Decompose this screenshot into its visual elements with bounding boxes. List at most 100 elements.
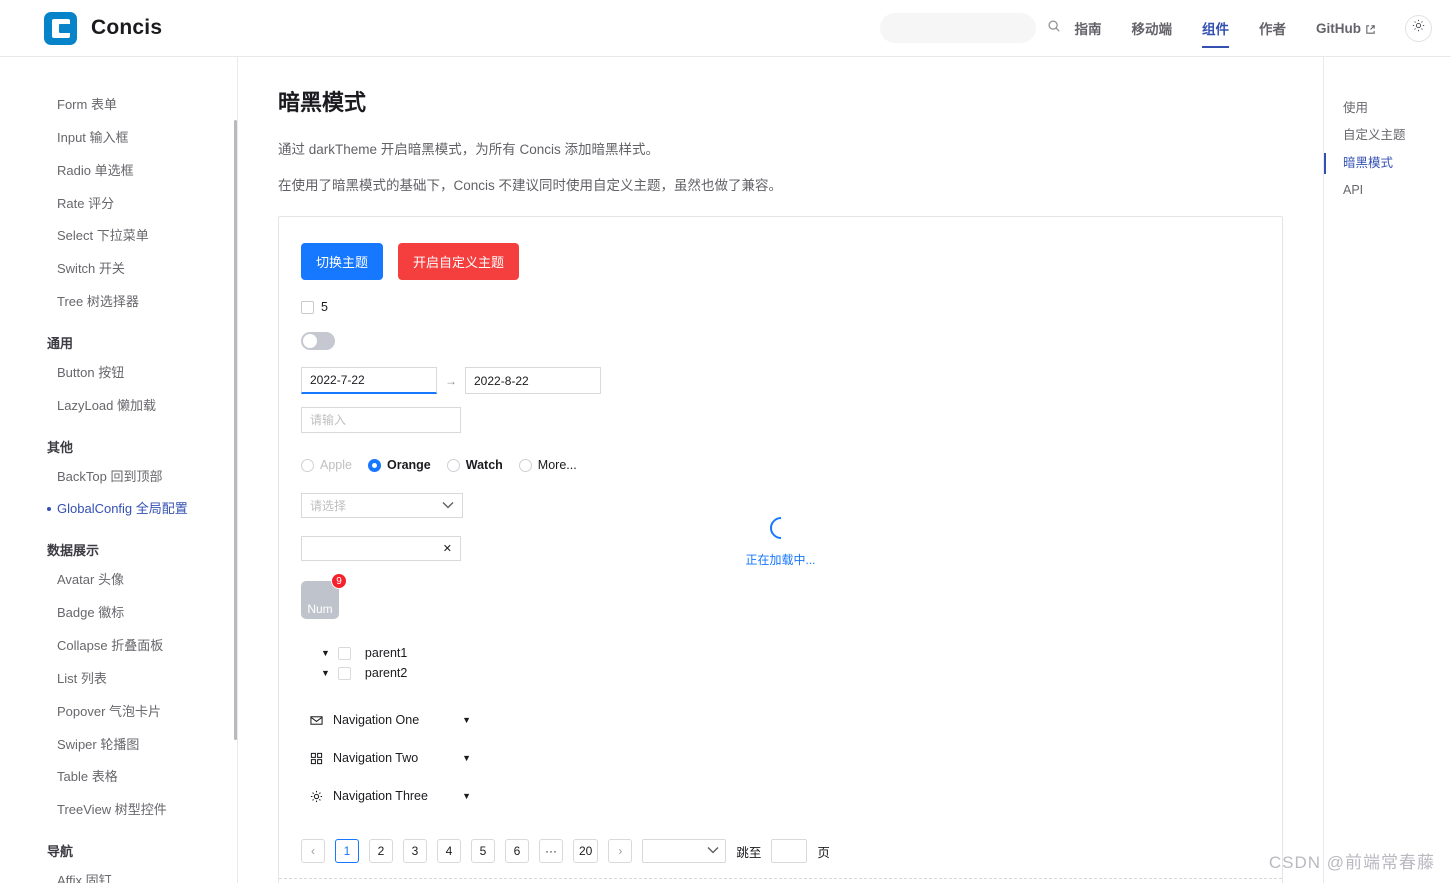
search-icon: [1047, 19, 1061, 38]
nav-link-mobile[interactable]: 移动端: [1117, 0, 1188, 56]
pagination-page-2[interactable]: 2: [369, 839, 393, 864]
sidebar-item-collapse[interactable]: Collapse 折叠面板: [0, 630, 237, 663]
nav-link-github[interactable]: GitHub: [1301, 3, 1391, 54]
sidebar-item-avatar[interactable]: Avatar 头像: [0, 564, 237, 597]
sidebar: Form 表单 Input 输入框 Radio 单选框 Rate 评分 Sele…: [0, 57, 238, 883]
sidebar-item-globalconfig[interactable]: GlobalConfig 全局配置: [0, 493, 237, 526]
badge-count: 9: [331, 573, 347, 590]
page-title: 暗黑模式: [278, 90, 367, 115]
nav-link-label: 移动端: [1131, 22, 1173, 37]
external-link-icon: [1365, 23, 1376, 34]
pagination-page-4[interactable]: 4: [437, 839, 461, 864]
radio-label: More...: [537, 458, 577, 473]
pagination-ellipsis[interactable]: ···: [539, 839, 563, 864]
tree-checkbox[interactable]: [337, 666, 351, 680]
brand[interactable]: Concis: [44, 11, 163, 45]
sidebar-item-affix[interactable]: Affix 固钉: [0, 865, 237, 883]
menu-item-navigation-one[interactable]: Navigation One ▼: [301, 701, 471, 739]
sidebar-item-switch[interactable]: Switch 开关: [0, 253, 237, 286]
search-box[interactable]: [879, 13, 1060, 43]
pagination-jump-input[interactable]: [771, 839, 808, 864]
sidebar-group-other: 其他: [47, 439, 74, 455]
search-input[interactable]: [891, 21, 1047, 35]
checkbox-box[interactable]: [301, 300, 314, 314]
toc-item-usage[interactable]: 使用: [1324, 95, 1451, 122]
menu-item-navigation-two[interactable]: Navigation Two ▼: [301, 739, 471, 777]
sidebar-item-radio[interactable]: Radio 单选框: [0, 155, 237, 188]
demo-pagination: ‹ 1 2 3 4 5 6 ··· 20 › 跳至 页: [301, 839, 1260, 864]
nav-link-guide[interactable]: 指南: [1060, 0, 1117, 56]
nav-link-label: 作者: [1259, 22, 1286, 37]
caret-down-icon[interactable]: ▼: [462, 715, 471, 725]
site-header: Concis 指南 移动端 组件 作者 GitHub: [0, 0, 1451, 57]
sidebar-item-list[interactable]: List 列表: [0, 663, 237, 696]
toc-item-custom-theme[interactable]: 自定义主题: [1324, 122, 1451, 149]
sidebar-group-data-display: 数据展示: [47, 543, 100, 559]
nav-link-label: GitHub: [1316, 20, 1361, 36]
radio-circle: [367, 458, 381, 472]
menu-item-label: Navigation Three: [333, 789, 428, 804]
sidebar-item-badge[interactable]: Badge 徽标: [0, 597, 237, 630]
pagination-page-5[interactable]: 5: [471, 839, 495, 864]
sidebar-item-tree[interactable]: Tree 树选择器: [0, 286, 237, 319]
sidebar-item-treeview[interactable]: TreeView 树型控件: [0, 794, 237, 827]
radio-apple[interactable]: Apple: [301, 458, 352, 472]
pagination-page-1[interactable]: 1: [335, 839, 359, 864]
radio-watch[interactable]: Watch: [446, 458, 503, 472]
nav-link-components[interactable]: 组件: [1187, 0, 1244, 56]
gear-icon: [309, 789, 323, 803]
demo-radio-group: Apple Orange Watch More...: [301, 458, 1260, 472]
sidebar-item-lazyload[interactable]: LazyLoad 懒加载: [0, 390, 237, 423]
demo-select[interactable]: 请选择: [301, 493, 463, 519]
tree-node[interactable]: ▼ parent1: [301, 643, 1260, 663]
caret-down-icon[interactable]: ▼: [321, 648, 330, 658]
pagination-next-button[interactable]: ›: [608, 839, 633, 864]
pagination-page-3[interactable]: 3: [403, 839, 427, 864]
caret-down-icon[interactable]: ▼: [462, 753, 471, 763]
pagination-jump-label: 跳至: [736, 845, 762, 860]
radio-orange[interactable]: Orange: [367, 458, 431, 473]
chevron-down-icon: [707, 845, 719, 857]
toc-item-api[interactable]: API: [1324, 177, 1451, 204]
concis-logo-icon: [44, 11, 77, 45]
pagination-jump-unit: 页: [817, 845, 830, 860]
sidebar-item-table[interactable]: Table 表格: [0, 761, 237, 794]
sidebar-item-form[interactable]: Form 表单: [0, 89, 237, 122]
date-start-input[interactable]: [301, 367, 437, 395]
sidebar-item-input[interactable]: Input 输入框: [0, 122, 237, 155]
demo-text-input[interactable]: [301, 407, 461, 434]
nav-link-author[interactable]: 作者: [1244, 0, 1301, 56]
pagination-page-20[interactable]: 20: [573, 839, 599, 864]
switch-theme-button[interactable]: 切换主题: [301, 243, 384, 281]
tree-node-label: parent1: [364, 646, 408, 661]
enable-custom-theme-button[interactable]: 开启自定义主题: [398, 243, 520, 281]
date-end-input[interactable]: [465, 367, 601, 395]
menu-item-navigation-three[interactable]: Navigation Three ▼: [301, 777, 471, 815]
radio-more[interactable]: More...: [518, 458, 577, 473]
radio-circle: [301, 458, 314, 472]
tree-checkbox[interactable]: [337, 646, 351, 660]
sidebar-item-backtop[interactable]: BackTop 回到顶部: [0, 461, 237, 494]
demo-switch[interactable]: [301, 332, 335, 351]
caret-down-icon[interactable]: ▼: [462, 791, 471, 801]
sidebar-item-rate[interactable]: Rate 评分: [0, 188, 237, 221]
toc-item-dark-mode[interactable]: 暗黑模式: [1324, 150, 1451, 177]
caret-down-icon[interactable]: ▼: [321, 668, 330, 678]
app-root: Concis 指南 移动端 组件 作者 GitHub Form 表单 Input…: [0, 0, 1451, 883]
sidebar-item-popover[interactable]: Popover 气泡卡片: [0, 696, 237, 729]
sidebar-item-button[interactable]: Button 按钮: [0, 357, 237, 390]
sidebar-scrollbar[interactable]: [234, 120, 237, 740]
brand-name: Concis: [91, 16, 163, 39]
theme-toggle-button[interactable]: [1405, 14, 1432, 42]
primary-nav: 指南 移动端 组件 作者 GitHub: [1060, 0, 1392, 56]
pagination-page-size-select[interactable]: [642, 839, 727, 864]
radio-label: Orange: [386, 458, 431, 473]
demo-date-range: →: [301, 367, 1260, 395]
loading-indicator: 正在加载中...: [279, 512, 1282, 568]
tree-node[interactable]: ▼ parent2: [301, 663, 1260, 683]
pagination-prev-button[interactable]: ‹: [301, 839, 325, 864]
demo-checkbox[interactable]: 5: [301, 300, 1260, 314]
sidebar-item-swiper[interactable]: Swiper 轮播图: [0, 729, 237, 762]
sidebar-item-select[interactable]: Select 下拉菜单: [0, 220, 237, 253]
pagination-page-6[interactable]: 6: [505, 839, 529, 864]
